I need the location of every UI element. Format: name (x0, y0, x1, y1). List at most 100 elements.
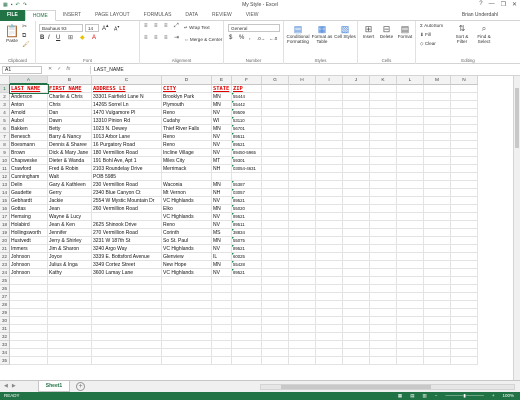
empty-cell[interactable] (162, 309, 212, 317)
empty-cell[interactable] (162, 357, 212, 365)
header-cell[interactable]: ZIP (232, 85, 262, 93)
empty-cell[interactable] (162, 277, 212, 285)
empty-cell[interactable] (232, 325, 262, 333)
empty-cell[interactable] (48, 285, 92, 293)
merge-center-button[interactable]: ⇔ Merge & Center (184, 37, 222, 42)
empty-cell[interactable] (370, 293, 397, 301)
empty-cell[interactable] (451, 109, 478, 117)
user-name[interactable]: Brian Underdahl (462, 12, 498, 18)
empty-cell[interactable] (10, 333, 48, 341)
empty-cell[interactable] (262, 277, 289, 285)
empty-cell[interactable] (92, 317, 162, 325)
data-cell[interactable]: Chapweske (10, 157, 48, 165)
data-cell[interactable]: Miles City (162, 157, 212, 165)
empty-cell[interactable] (397, 357, 424, 365)
row-header[interactable]: 23 (0, 261, 10, 269)
data-cell[interactable]: NV (212, 213, 232, 221)
tab-formulas[interactable]: FORMULAS (137, 10, 179, 21)
empty-cell[interactable] (289, 205, 316, 213)
empty-cell[interactable] (370, 157, 397, 165)
empty-cell[interactable] (289, 117, 316, 125)
data-cell[interactable]: Hemsing (10, 213, 48, 221)
data-cell[interactable]: MS (212, 229, 232, 237)
clear-button[interactable]: ◇ Clear (420, 41, 436, 46)
empty-cell[interactable] (212, 293, 232, 301)
empty-cell[interactable] (316, 213, 343, 221)
data-cell[interactable]: Thief River Falls (162, 125, 212, 133)
empty-cell[interactable] (262, 101, 289, 109)
header-cell[interactable]: LAST_NAME (9, 84, 49, 94)
formula-input[interactable]: LAST_NAME (90, 66, 518, 74)
empty-cell[interactable] (451, 197, 478, 205)
empty-cell[interactable] (370, 229, 397, 237)
data-cell[interactable] (162, 173, 212, 181)
empty-cell[interactable] (316, 165, 343, 173)
column-header-l[interactable]: L (397, 76, 424, 85)
data-cell[interactable]: Reno (162, 141, 212, 149)
empty-cell[interactable] (451, 285, 478, 293)
empty-cell[interactable] (162, 285, 212, 293)
tab-page-layout[interactable]: PAGE LAYOUT (88, 10, 137, 21)
empty-cell[interactable] (370, 253, 397, 261)
empty-cell[interactable] (451, 357, 478, 365)
data-cell[interactable]: MN (212, 93, 232, 101)
empty-cell[interactable] (10, 277, 48, 285)
empty-cell[interactable] (262, 149, 289, 157)
data-cell[interactable]: 2625 Shinook Drive (92, 221, 162, 229)
data-cell[interactable]: NH (212, 165, 232, 173)
data-cell[interactable]: POB 5985 (92, 173, 162, 181)
empty-cell[interactable] (343, 173, 370, 181)
empty-cell[interactable] (370, 101, 397, 109)
empty-cell[interactable] (370, 237, 397, 245)
data-cell[interactable]: Cunningham (10, 173, 48, 181)
empty-cell[interactable] (370, 333, 397, 341)
empty-cell[interactable] (451, 261, 478, 269)
data-cell[interactable]: Jerry & Shirley (48, 237, 92, 245)
row-header[interactable]: 30 (0, 317, 10, 325)
data-cell[interactable]: 60025 (232, 253, 262, 261)
empty-cell[interactable] (397, 205, 424, 213)
empty-cell[interactable] (262, 165, 289, 173)
empty-cell[interactable] (397, 325, 424, 333)
data-cell[interactable]: 89521 (232, 269, 262, 277)
empty-cell[interactable] (289, 349, 316, 357)
data-cell[interactable]: VC Highlands (162, 269, 212, 277)
empty-cell[interactable] (262, 221, 289, 229)
empty-cell[interactable] (424, 133, 451, 141)
empty-cell[interactable] (92, 293, 162, 301)
empty-cell[interactable] (92, 333, 162, 341)
empty-cell[interactable] (92, 309, 162, 317)
empty-cell[interactable] (262, 237, 289, 245)
empty-cell[interactable] (397, 237, 424, 245)
empty-cell[interactable] (370, 269, 397, 277)
data-cell[interactable]: 14265 Sorrel Ln (92, 101, 162, 109)
empty-cell[interactable] (289, 221, 316, 229)
empty-cell[interactable] (451, 101, 478, 109)
empty-cell[interactable] (451, 269, 478, 277)
empty-cell[interactable] (289, 285, 316, 293)
empty-cell[interactable] (316, 333, 343, 341)
empty-cell[interactable] (451, 301, 478, 309)
empty-cell[interactable] (92, 285, 162, 293)
empty-cell[interactable] (316, 277, 343, 285)
empty-cell[interactable] (316, 357, 343, 365)
empty-cell[interactable] (343, 93, 370, 101)
borders-icon[interactable]: ⊞ (68, 35, 73, 41)
data-cell[interactable]: 13310 Pinion Rd (92, 117, 162, 125)
empty-cell[interactable] (397, 149, 424, 157)
empty-cell[interactable] (162, 325, 212, 333)
empty-cell[interactable] (424, 205, 451, 213)
empty-cell[interactable] (424, 85, 451, 93)
fx-icon[interactable]: fx (66, 66, 70, 72)
empty-cell[interactable] (343, 261, 370, 269)
empty-cell[interactable] (370, 149, 397, 157)
empty-cell[interactable] (397, 85, 424, 93)
empty-cell[interactable] (232, 333, 262, 341)
empty-cell[interactable] (316, 157, 343, 165)
page-layout-view-icon[interactable]: ▤ (410, 392, 414, 400)
empty-cell[interactable] (424, 221, 451, 229)
empty-cell[interactable] (424, 261, 451, 269)
restore-button[interactable]: ❐ (501, 1, 506, 8)
empty-cell[interactable] (424, 285, 451, 293)
header-cell[interactable]: CITY (162, 85, 212, 93)
